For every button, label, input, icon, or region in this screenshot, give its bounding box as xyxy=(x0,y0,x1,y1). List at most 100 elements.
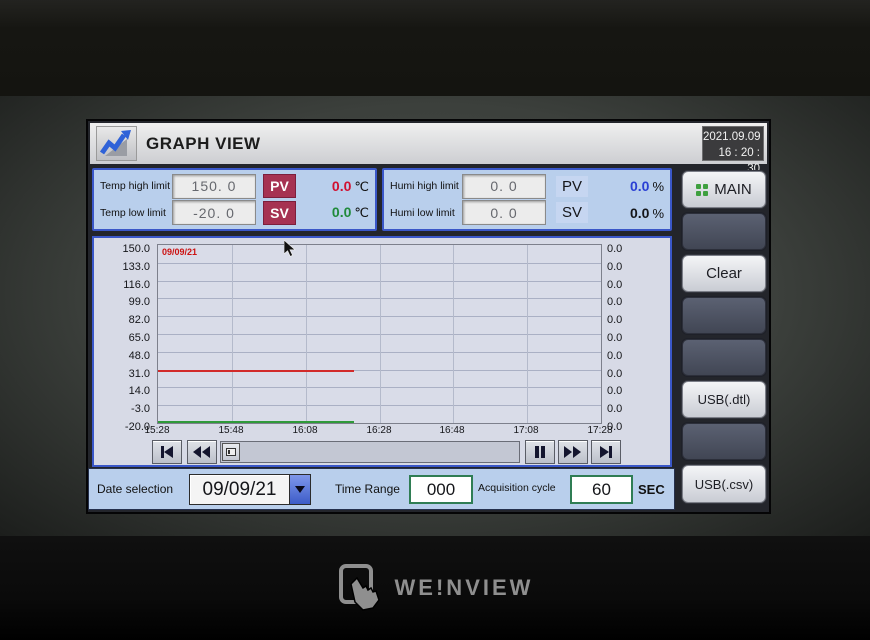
date-text: 2021.09.09 xyxy=(703,129,760,145)
unit-label: ℃ xyxy=(354,205,369,221)
mouse-cursor xyxy=(284,240,296,263)
temperature-pv-line xyxy=(158,370,354,372)
usb-dtl-button[interactable]: USB(.dtl) xyxy=(682,381,766,418)
y-axis-tick-label: 65.0 xyxy=(94,332,150,344)
humi-limit-row: Humi low limit0. 0 SV 0.0% xyxy=(390,200,664,227)
acquisition-cycle-label: Acquisition cycle xyxy=(478,482,556,494)
rewind-button[interactable] xyxy=(187,440,217,464)
x-axis-tick-label: 17:08 xyxy=(504,425,548,436)
limit-label: Humi high limit xyxy=(390,180,462,192)
y-axis-tick-label: 133.0 xyxy=(94,261,150,273)
y-axis-right-tick-label: 0.0 xyxy=(607,296,637,308)
temp-limit-row: Temp high limit150. 0 PV 0.0℃ xyxy=(100,173,369,200)
bezel-top xyxy=(0,0,870,96)
blank-button-2 xyxy=(682,297,766,334)
limit-label: Temp high limit xyxy=(100,180,172,192)
weinview-logo: WE!NVIEW xyxy=(337,564,534,612)
temp-limit-input[interactable]: -20. 0 xyxy=(172,200,256,225)
y-axis-tick-label: 14.0 xyxy=(94,385,150,397)
clear-button[interactable]: Clear xyxy=(682,255,766,292)
y-axis-right-tick-label: 0.0 xyxy=(607,332,637,344)
v-gridline xyxy=(380,245,381,423)
usb-csv-button[interactable]: USB(.csv) xyxy=(682,465,766,503)
temp-limit-panel: Temp high limit150. 0 PV 0.0℃ Temp low limi… xyxy=(92,168,377,231)
pause-button[interactable] xyxy=(525,440,555,464)
button-label: USB(.dtl) xyxy=(698,392,751,407)
y-axis-tick-label: 31.0 xyxy=(94,368,150,380)
blank-button-1 xyxy=(682,213,766,250)
pv-tag: PV xyxy=(556,176,588,197)
main-button[interactable]: MAIN xyxy=(682,171,766,208)
temp-pv-value: 0.0 xyxy=(332,178,351,194)
datetime-display: 2021.09.09 16 : 20 : 30 xyxy=(702,126,764,161)
x-axis: 15:2815:4816:0816:2816:4817:0817:28 xyxy=(157,425,602,439)
button-label: MAIN xyxy=(714,181,752,198)
sv-tag: SV xyxy=(556,202,588,223)
v-gridline xyxy=(232,245,233,423)
x-axis-tick-label: 17:28 xyxy=(578,425,622,436)
dropdown-arrow-button[interactable] xyxy=(289,475,310,504)
y-axis-right-tick-label: 0.0 xyxy=(607,368,637,380)
humi-sv-value: 0.0 xyxy=(630,205,649,221)
date-selection-label: Date selection xyxy=(97,482,173,496)
y-axis-tick-label: -3.0 xyxy=(94,403,150,415)
fast-forward-button[interactable] xyxy=(558,440,588,464)
temp-limit-input[interactable]: 150. 0 xyxy=(172,174,256,199)
y-axis-right-tick-label: 0.0 xyxy=(607,314,637,326)
touch-hand-icon xyxy=(337,564,383,612)
y-axis-right-tick-label: 0.0 xyxy=(607,261,637,273)
y-axis-right-tick-label: 0.0 xyxy=(607,421,637,433)
y-axis-right-tick-label: 0.0 xyxy=(607,279,637,291)
y-axis-tick-label: 116.0 xyxy=(94,279,150,291)
y-axis-tick-label: 82.0 xyxy=(94,314,150,326)
unit-label: ℃ xyxy=(354,179,369,195)
page-title: GRAPH VIEW xyxy=(146,134,261,154)
limit-label: Temp low limit xyxy=(100,207,172,219)
unit-label: % xyxy=(652,179,664,194)
scrollbar-thumb[interactable] xyxy=(222,443,240,461)
sec-unit-label: SEC xyxy=(638,482,665,497)
date-selection-dropdown[interactable]: 09/09/21 xyxy=(189,474,311,505)
bottom-bar: Date selection 09/09/21 Time Range 000 A… xyxy=(88,468,675,510)
button-label: Clear xyxy=(706,265,742,282)
logo-text: WE!NVIEW xyxy=(395,575,534,601)
plot-date-annotation: 09/09/21 xyxy=(162,247,197,257)
humidity-pv-line xyxy=(158,421,354,423)
y-axis-tick-label: 48.0 xyxy=(94,350,150,362)
y-axis-left: 150.0133.0116.099.082.065.048.031.014.0-… xyxy=(94,244,153,444)
humi-limit-input[interactable]: 0. 0 xyxy=(462,174,546,199)
acquisition-cycle-field[interactable]: 60 xyxy=(570,475,633,504)
plot-area: 09/09/21 xyxy=(157,244,602,424)
x-axis-tick-label: 15:48 xyxy=(209,425,253,436)
v-gridline xyxy=(527,245,528,423)
graph-view-icon xyxy=(96,126,137,161)
v-gridline xyxy=(306,245,307,423)
x-axis-tick-label: 16:48 xyxy=(430,425,474,436)
skip-end-button[interactable] xyxy=(591,440,621,464)
title-bar: GRAPH VIEW 2021.09.09 16 : 20 : 30 xyxy=(90,123,767,164)
blank-button-3 xyxy=(682,339,766,376)
skip-start-button[interactable] xyxy=(152,440,182,464)
y-axis-tick-label: -20.0 xyxy=(94,421,150,433)
unit-label: % xyxy=(652,206,664,221)
pv-tag: PV xyxy=(263,174,296,198)
bezel-bottom: WE!NVIEW xyxy=(0,536,870,640)
y-axis-right-tick-label: 0.0 xyxy=(607,350,637,362)
humi-limit-input[interactable]: 0. 0 xyxy=(462,200,546,225)
x-axis-tick-label: 16:08 xyxy=(283,425,327,436)
time-range-field[interactable]: 000 xyxy=(409,475,473,504)
date-selection-value: 09/09/21 xyxy=(190,479,289,501)
x-axis-tick-label: 15:28 xyxy=(135,425,179,436)
blank-button-4 xyxy=(682,423,766,460)
playback-scrollbar[interactable] xyxy=(220,441,520,463)
y-axis-tick-label: 99.0 xyxy=(94,296,150,308)
x-axis-tick-label: 16:28 xyxy=(357,425,401,436)
humi-limit-row: Humi high limit0. 0 PV 0.0% xyxy=(390,173,664,200)
hmi-screen: GRAPH VIEW 2021.09.09 16 : 20 : 30 Temp … xyxy=(88,121,769,512)
humi-pv-value: 0.0 xyxy=(630,178,649,194)
sv-tag: SV xyxy=(263,201,296,225)
humi-limit-panel: Humi high limit0. 0PV0.0%Humi low limit0… xyxy=(382,168,672,231)
limit-label: Humi low limit xyxy=(390,207,462,219)
v-gridline xyxy=(453,245,454,423)
graph-panel: 09/09/21 150.0133.0116.099.082.065.048.0… xyxy=(92,236,672,467)
